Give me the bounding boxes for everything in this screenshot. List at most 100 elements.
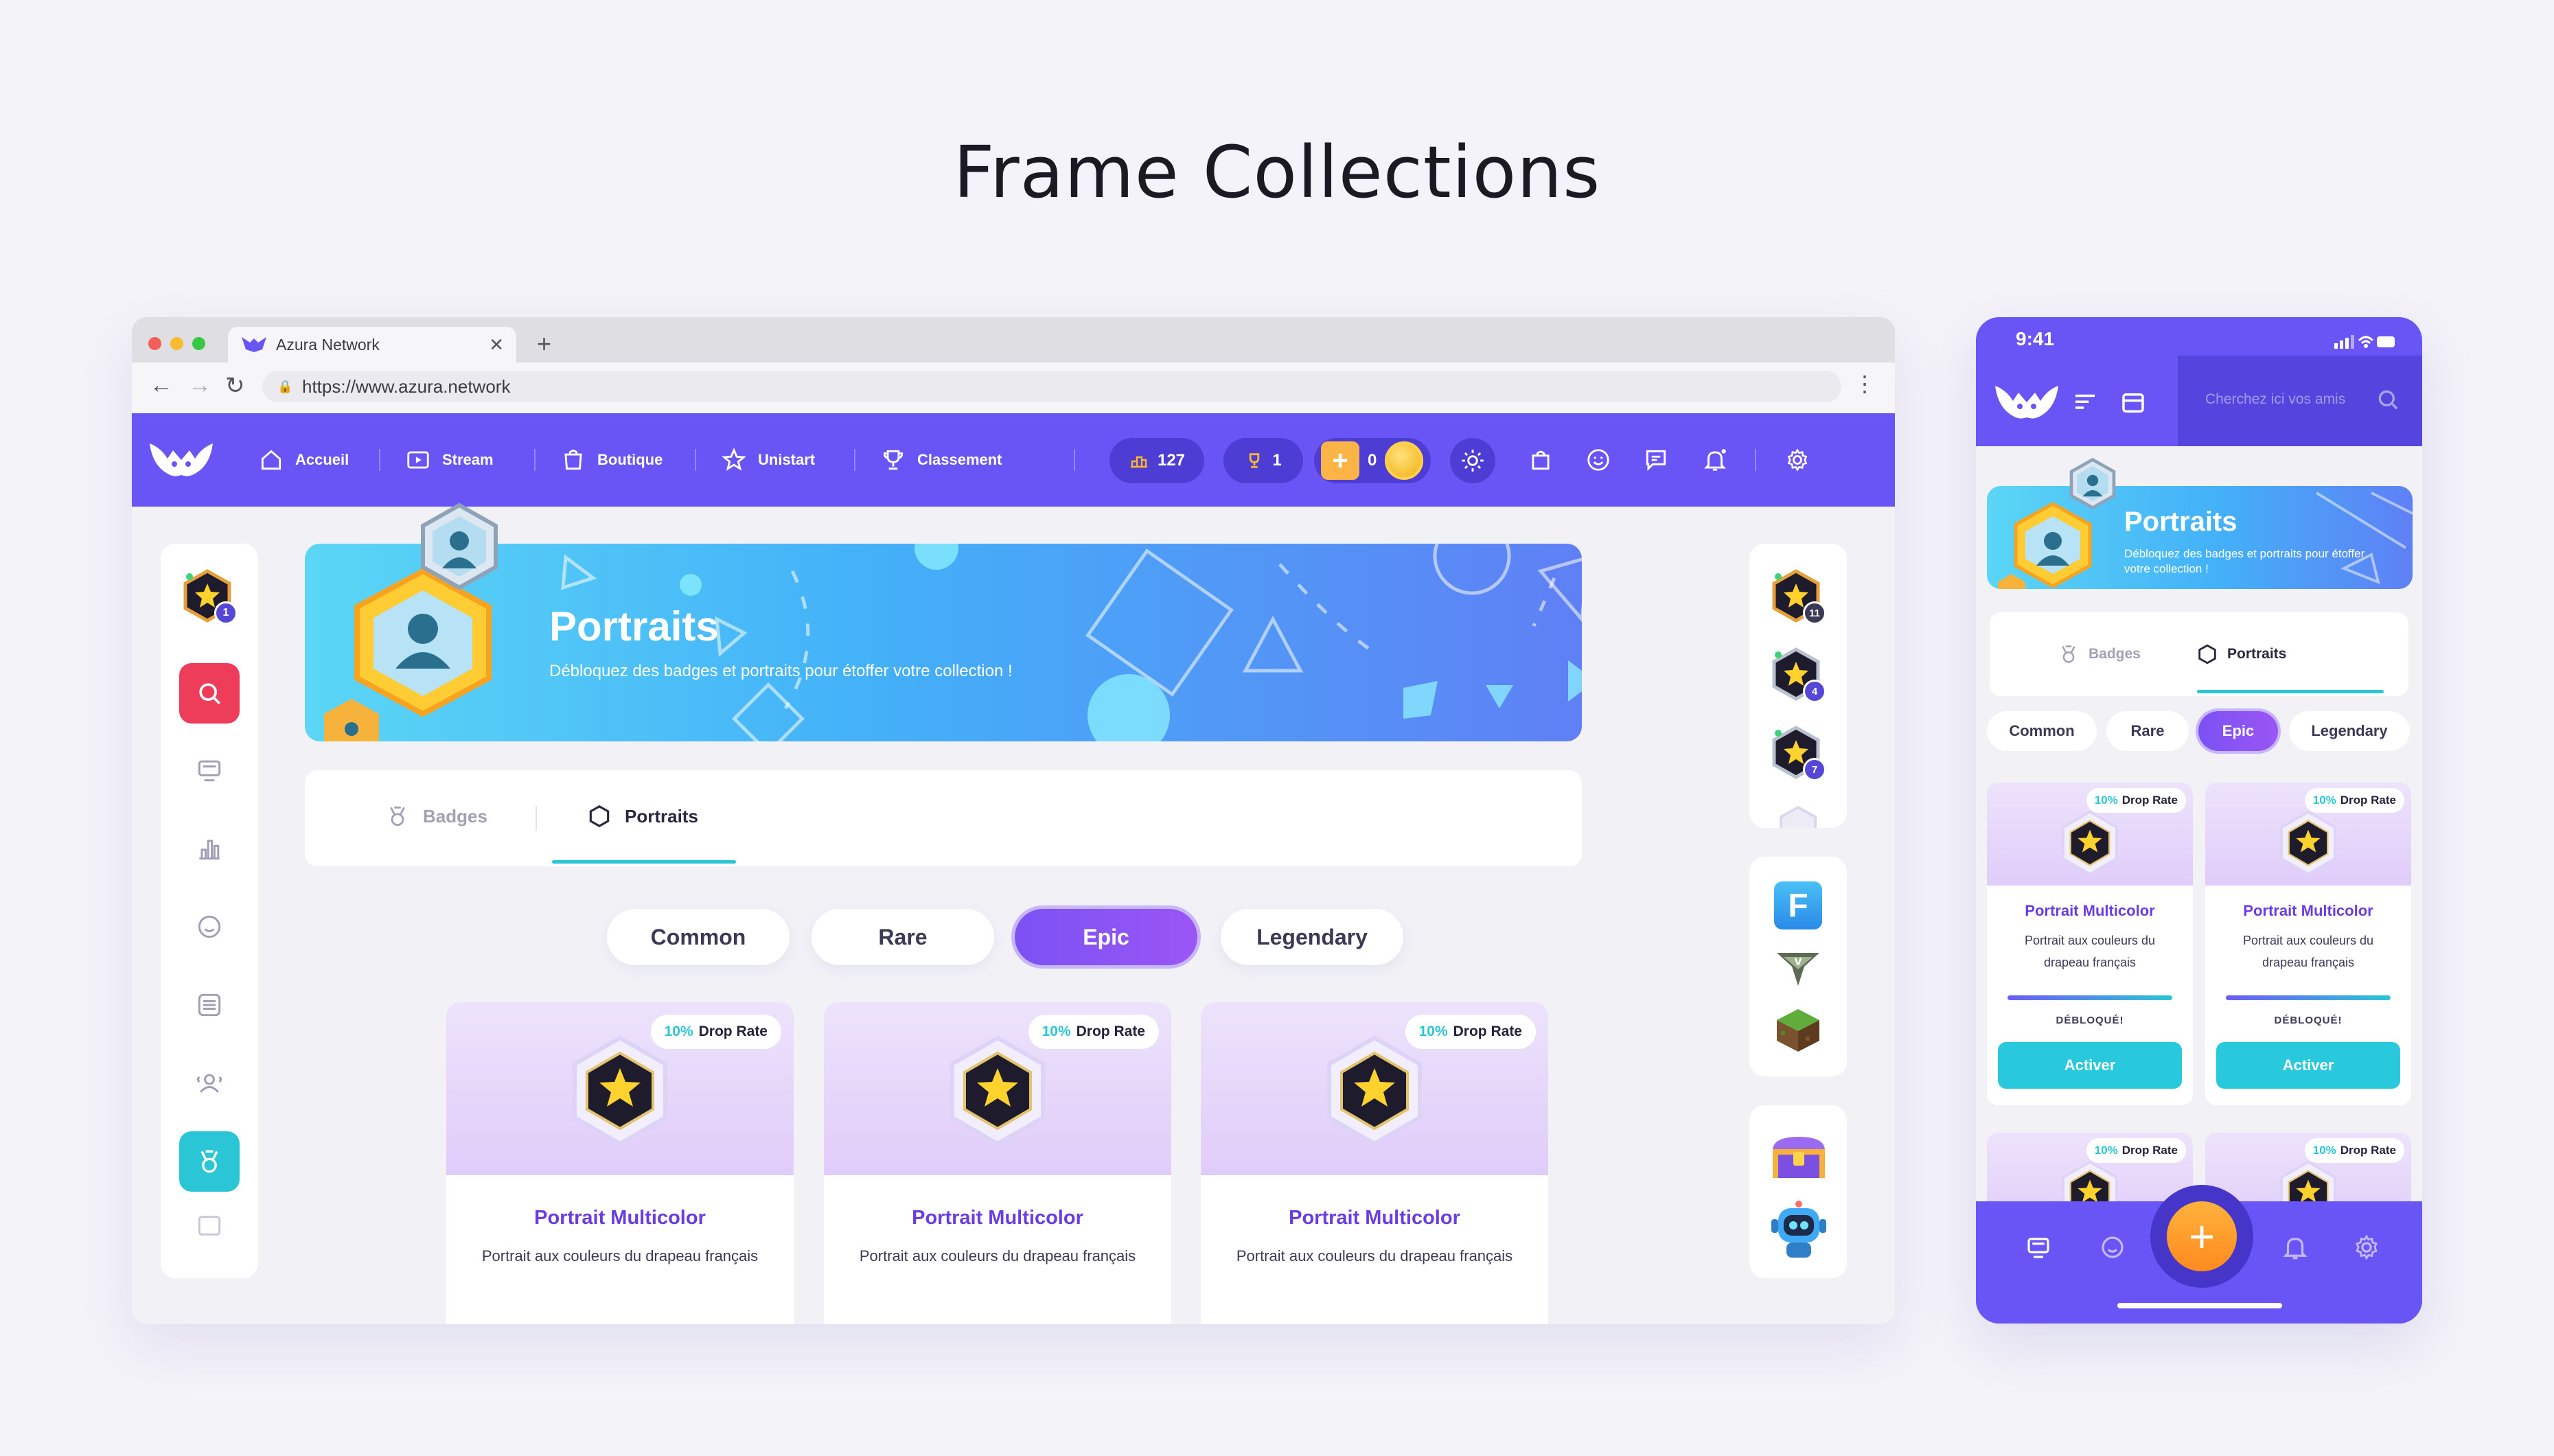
boost-plus-icon[interactable]: + [1321, 441, 1359, 480]
sidebar-item-emotes[interactable] [179, 897, 240, 957]
filter-common[interactable]: Common [1987, 711, 2097, 751]
address-bar: ← → ↻ 🔒 https://www.azura.network ⋮ [132, 362, 1895, 413]
sidebar-item-stats[interactable] [179, 818, 240, 879]
theme-toggle-button[interactable] [1450, 438, 1495, 483]
stream-icon [407, 451, 429, 469]
badge-level: 1 [214, 601, 238, 625]
notifications-button[interactable] [1701, 446, 1729, 474]
users-icon [197, 1074, 222, 1093]
collection-tabs: Badges Portraits [305, 770, 1582, 866]
fortnite-icon[interactable]: F [1774, 881, 1822, 929]
trophies-value: 1 [1272, 451, 1282, 470]
activate-button[interactable]: Activer [2216, 1042, 2400, 1089]
coin-stack-icon [1130, 456, 1147, 468]
filter-common[interactable]: Common [607, 909, 790, 965]
add-fab-button[interactable]: + [2150, 1185, 2253, 1288]
star-portrait-icon [2062, 1160, 2118, 1201]
settings-button[interactable] [1784, 446, 1811, 474]
card-description: Portrait aux couleurs du drapeau françai… [1236, 1247, 1513, 1264]
wallet-icon[interactable] [2119, 389, 2148, 417]
app-navbar: Accueil Stream Boutique Unistart Classem… [132, 413, 1895, 507]
sidebar-item-collections[interactable] [179, 1131, 240, 1192]
emoji-button[interactable] [1585, 446, 1612, 474]
url-field[interactable]: 🔒 https://www.azura.network [262, 371, 1841, 402]
new-tab-button[interactable]: + [537, 330, 551, 358]
left-sidebar: 1 [161, 544, 258, 1278]
browser-menu-icon[interactable]: ⋮ [1854, 371, 1876, 397]
tab-badges[interactable]: Badges [2057, 643, 2141, 666]
smile-icon [198, 915, 221, 938]
window-minimize-dot[interactable] [170, 337, 183, 350]
nav-unistart[interactable]: Unistart [721, 443, 815, 476]
nav-divider [1755, 449, 1756, 471]
unlock-progress-bar [2226, 995, 2391, 1000]
browser-tab[interactable]: Azura Network ✕ [228, 327, 516, 362]
badge-item[interactable]: 4 [1770, 647, 1826, 708]
tab-badges[interactable]: Badges [384, 803, 487, 829]
tab-close-icon[interactable]: ✕ [489, 334, 504, 356]
sidebar-item-streams[interactable] [179, 740, 240, 800]
tab-portraits[interactable]: Portraits [586, 803, 698, 829]
mobile-portrait-card[interactable]: 10% Drop Rate [1987, 1133, 2193, 1201]
nav-divider [379, 449, 380, 471]
cart-button[interactable] [1527, 446, 1554, 474]
portrait-card[interactable]: 10% Drop Rate Portrait Multicolor Portrai… [446, 1002, 794, 1324]
monitor-icon[interactable] [2024, 1233, 2053, 1262]
back-icon[interactable]: ← [150, 372, 173, 399]
sidebar-item-list[interactable] [179, 975, 240, 1035]
filter-rare[interactable]: Rare [2106, 711, 2189, 751]
search-button[interactable] [179, 663, 240, 724]
filter-legendary[interactable]: Legendary [2289, 711, 2410, 751]
reload-icon[interactable]: ↻ [225, 372, 245, 400]
filter-epic[interactable]: Epic [2198, 711, 2278, 751]
filter-legendary[interactable]: Legendary [1221, 909, 1403, 965]
mobile-portrait-card[interactable]: 10% Drop Rate [2205, 1133, 2411, 1201]
list-icon [198, 993, 221, 1017]
nav-classement[interactable]: Classement [880, 443, 1002, 476]
card-title: Portrait Multicolor [2243, 902, 2373, 919]
nav-stream[interactable]: Stream [405, 443, 494, 476]
search-icon[interactable] [2374, 386, 2402, 413]
robot-mascot-icon[interactable] [1769, 1199, 1829, 1262]
mobile-portrait-card[interactable]: 10% Drop Rate Portrait Multicolor Portrai… [2205, 783, 2411, 1105]
badge-item[interactable]: 7 [1770, 725, 1826, 787]
right-games-panel: F V [1749, 857, 1847, 1076]
messages-button[interactable] [1642, 446, 1670, 474]
activate-button[interactable]: Activer [1998, 1042, 2182, 1089]
window-close-dot[interactable] [148, 337, 161, 350]
banner-title: Portraits [549, 603, 719, 649]
active-tab-indicator [2197, 690, 2384, 693]
coins-counter[interactable]: 127 [1109, 438, 1204, 483]
star-icon [722, 448, 746, 471]
azura-logo-icon[interactable] [1992, 380, 2061, 424]
filter-rare[interactable]: Rare [812, 909, 994, 965]
portrait-card[interactable]: 10% Drop Rate Portrait Multicolor Portrai… [1201, 1002, 1548, 1324]
azura-logo-icon[interactable] [147, 438, 216, 482]
badge-item[interactable]: 11 [1770, 568, 1826, 630]
trophy-counter[interactable]: 1 [1223, 438, 1303, 483]
forward-icon[interactable]: → [188, 372, 211, 399]
sidebar-item-friends[interactable] [179, 1053, 240, 1113]
star-portrait-icon [2062, 810, 2118, 876]
smile-icon [1587, 449, 1609, 471]
mobile-portrait-card[interactable]: 10% Drop Rate Portrait Multicolor Portrai… [1987, 783, 2193, 1105]
boost-counter[interactable]: + 0 [1314, 438, 1431, 483]
tab-portraits[interactable]: Portraits [2196, 643, 2286, 666]
nav-boutique[interactable]: Boutique [560, 443, 663, 476]
gta-icon[interactable]: V [1774, 946, 1822, 989]
mobile-search-field[interactable]: Cherchez ici vos amis [2178, 356, 2422, 446]
card-description: Portrait aux couleurs du drapeau françai… [2024, 934, 2156, 969]
sidebar-item-more[interactable] [179, 1208, 240, 1236]
bell-icon[interactable] [2281, 1233, 2310, 1262]
window-maximize-dot[interactable] [192, 337, 205, 350]
treasure-chest-icon[interactable] [1769, 1133, 1829, 1181]
nav-accueil[interactable]: Accueil [258, 443, 349, 476]
gear-icon[interactable] [2352, 1233, 2381, 1262]
minecraft-icon[interactable] [1774, 1006, 1822, 1054]
portrait-card[interactable]: 10% Drop Rate Portrait Multicolor Portrai… [824, 1002, 1171, 1324]
filter-epic[interactable]: Epic [1015, 909, 1197, 965]
menu-icon[interactable] [2071, 389, 2099, 417]
hexagon-icon [2198, 644, 2216, 665]
smile-icon[interactable] [2098, 1233, 2127, 1262]
user-badge[interactable]: 1 [181, 568, 238, 630]
